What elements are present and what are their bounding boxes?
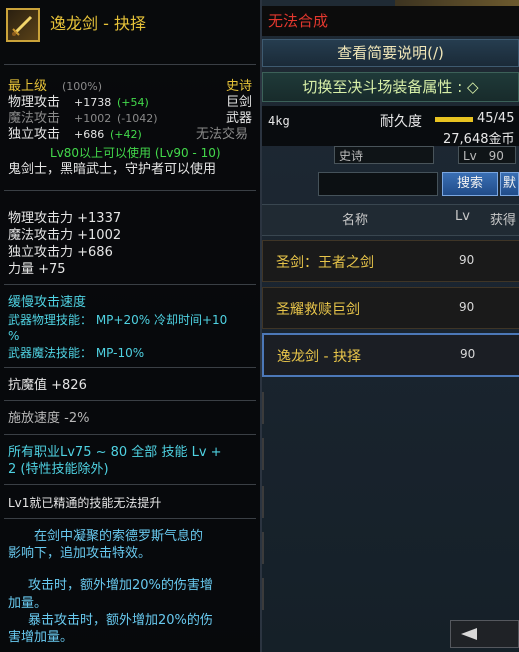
mag-atk-label: 魔法攻击 (8, 111, 61, 126)
desc3-line2: 害增加量。 (8, 630, 74, 645)
col-name: 名称 (342, 213, 369, 228)
stat-ind: 独立攻击力 +686 (8, 245, 113, 260)
list-item-name: 逸龙剑 - 抉择 (277, 349, 361, 365)
list-item[interactable]: 圣剑：王者之剑 90 (262, 240, 519, 282)
magic-resist: 抗魔值 +826 (8, 378, 87, 393)
mag-atk-bonus: (-1042) (117, 112, 158, 125)
skill-phys-line-cont: % (8, 329, 20, 343)
desc2-line1: 攻击时，额外增加20%的伤害增 (28, 578, 213, 593)
item-name: 逸龙剑 - 抉择 (50, 14, 146, 33)
lv-value: 90 (488, 149, 504, 163)
summary-button[interactable]: 查看简要说明(/) (262, 39, 519, 67)
empty-row (262, 578, 519, 610)
usable-classes: 鬼剑士，黑暗武士，守护者可以使用 (8, 162, 217, 177)
skill-lv-line2: 2 (特性技能除外) (8, 462, 109, 477)
arrow-left-icon (461, 628, 477, 640)
durability-fill (435, 117, 473, 122)
empty-row (262, 486, 519, 518)
list-item[interactable]: 圣耀救赎巨剑 90 (262, 287, 519, 329)
switch-pvp-button[interactable]: 切换至决斗场装备属性 : ◇ (262, 72, 519, 102)
divider (4, 484, 256, 485)
durability-label: 耐久度 (380, 114, 422, 130)
stat-str: 力量 +75 (8, 262, 66, 277)
level-requirement: Lv80以上可以使用 (Lv90 - 10) (50, 146, 221, 160)
list-item-selected[interactable]: 逸龙剑 - 抉择 90 (262, 333, 519, 377)
desc2-line2: 加量。 (8, 596, 48, 611)
slow-attack-speed: 缓慢攻击速度 (8, 295, 87, 310)
phys-atk-bonus: (+54) (117, 96, 149, 109)
desc1-line1: 在剑中凝聚的索德罗斯气息的 (34, 529, 204, 544)
price-value: 27,648金币 (443, 132, 515, 147)
col-lv: Lv (455, 209, 470, 224)
desc3-line1: 暴击攻击时，额外增加20%的伤 (28, 613, 213, 628)
list-item-lv: 90 (459, 300, 475, 314)
trade-status: 无法交易 (196, 127, 249, 142)
phys-atk-label: 物理攻击 (8, 95, 61, 110)
durability-value: 45/45 (477, 111, 515, 126)
list-item-name: 圣耀救赎巨剑 (276, 302, 360, 318)
empty-row (262, 392, 519, 424)
mag-atk-value: +1002 (74, 112, 112, 125)
weight-value: 4kg (268, 114, 290, 128)
ind-atk-label: 独立攻击 (8, 127, 61, 142)
list-header (262, 204, 519, 236)
page-prev-button[interactable] (450, 620, 519, 648)
divider (4, 400, 256, 401)
phys-atk-value: +1738 (74, 96, 112, 109)
type-select-value: 史诗 (339, 149, 364, 163)
ind-atk-value: +686 (74, 128, 105, 141)
lv-label: Lv (463, 149, 477, 163)
item-rarity: 史诗 (226, 79, 253, 94)
desc1-line2: 影响下，追加攻击特效。 (8, 546, 152, 561)
search-input[interactable] (318, 172, 438, 196)
list-item-name: 圣剑：王者之剑 (276, 255, 374, 271)
list-item-lv: 90 (459, 253, 475, 267)
item-grade: 最上级 (8, 79, 48, 94)
item-slot: 武器 (226, 111, 253, 126)
stat-mag: 魔法攻击力 +1002 (8, 228, 122, 243)
default-button[interactable]: 默 (500, 172, 519, 196)
skill-mag-line: 武器魔法技能： MP-10% (8, 346, 145, 360)
empty-row (262, 532, 519, 564)
divider (4, 518, 256, 519)
list-item-lv: 90 (460, 347, 476, 361)
type-select[interactable]: 史诗 (334, 146, 434, 164)
divider (4, 284, 256, 285)
empty-row (262, 438, 519, 470)
weapon-type: 巨剑 (226, 95, 253, 110)
lv-field[interactable]: Lv 90 (458, 146, 516, 164)
skill-phys-line: 武器物理技能： MP+20% 冷却时间+10 (8, 313, 228, 327)
divider (4, 434, 256, 435)
skill-lv-line1: 所有职业Lv75 ~ 80 全部 技能 Lv + (8, 445, 222, 460)
divider (4, 367, 256, 368)
ind-atk-bonus: (+42) (110, 128, 142, 141)
stat-phys: 物理攻击力 +1337 (8, 211, 122, 226)
search-button[interactable]: 搜索 (442, 172, 498, 196)
game-window: 史诗 Lv 90 搜索 默 名称 Lv 获得 圣剑：王者之剑 90 圣耀救赎巨剑… (0, 0, 519, 652)
item-grade-pct: (100%) (62, 80, 103, 93)
cast-speed: 施放速度 -2% (8, 411, 90, 426)
col-get: 获得 (490, 213, 517, 228)
lv1-note: Lv1就已精通的技能无法提升 (8, 496, 162, 510)
divider (4, 64, 256, 65)
item-tooltip: 逸龙剑 - 抉择 最上级 (100%) 史诗 物理攻击 +1738 (+54) … (0, 0, 262, 652)
durability-bar (435, 117, 473, 122)
cannot-combine-label: 无法合成 (268, 12, 329, 30)
sword-icon (6, 8, 40, 42)
divider (4, 190, 256, 191)
